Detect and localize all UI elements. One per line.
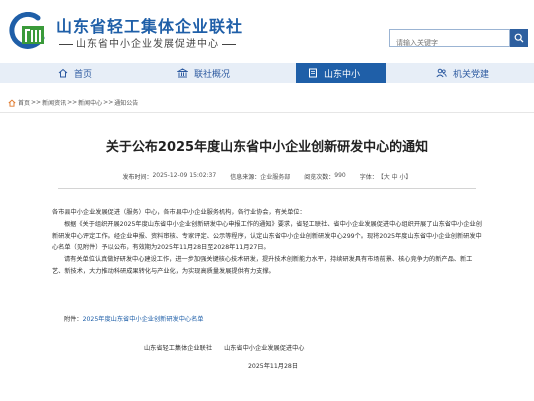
main-nav: 首页 联社概况 山东中小 机关党建 bbox=[0, 63, 534, 83]
publish-time-label: 发布时间： bbox=[122, 174, 153, 181]
breadcrumb: 首页 >> 新闻资讯 >> 新闻中心 >> 通知公告 bbox=[8, 98, 138, 107]
breadcrumb-item-news-center[interactable]: 新闻中心 bbox=[78, 98, 102, 107]
font-size-toggle[interactable]: 【大 中 小】 bbox=[378, 172, 412, 181]
article-date: 2025年11月28日 bbox=[248, 363, 299, 370]
breadcrumb-item-news[interactable]: 新闻资讯 bbox=[42, 98, 66, 107]
nav-item-party[interactable]: 机关党建 bbox=[436, 63, 526, 83]
bank-icon bbox=[177, 68, 188, 78]
document-icon bbox=[309, 68, 317, 78]
attachment-label: 附件： bbox=[64, 316, 83, 323]
nav-item-home[interactable]: 首页 bbox=[58, 63, 138, 83]
site-title[interactable]: 山东省轻工集体企业联社 bbox=[56, 13, 243, 37]
site-header: 山东省轻工集体企业联社 山东省中小企业发展促进中心 bbox=[0, 0, 534, 60]
search-icon bbox=[514, 33, 524, 43]
site-subtitle: 山东省中小企业发展促进中心 bbox=[56, 35, 239, 50]
view-count: 990 bbox=[334, 172, 346, 179]
signatories: 山东省轻工集体企业联社 山东省中小企业发展促进中心 bbox=[144, 343, 305, 352]
article-body: 各市县中小企业发展促进（服务）中心，各市县中小企业服务机构，各行业协会，有关单位… bbox=[52, 207, 482, 278]
search-box bbox=[389, 29, 510, 51]
breadcrumb-separator: >> bbox=[67, 99, 78, 106]
nav-label: 首页 bbox=[74, 69, 93, 80]
logo-icon[interactable] bbox=[8, 12, 48, 52]
home-icon bbox=[58, 68, 68, 78]
users-icon bbox=[436, 68, 447, 78]
signatory: 山东省中小企业发展促进中心 bbox=[224, 345, 305, 352]
home-icon bbox=[8, 99, 16, 107]
nav-item-overview[interactable]: 联社概况 bbox=[177, 63, 267, 83]
article-title: 关于公布2025年度山东省中小企业创新研发中心的通知 bbox=[105, 140, 429, 155]
divider bbox=[58, 188, 476, 189]
signatory: 山东省轻工集体企业联社 bbox=[144, 345, 213, 352]
paragraph-salutation: 各市县中小企业发展促进（服务）中心，各市县中小企业服务机构，各行业协会，有关单位… bbox=[52, 209, 306, 216]
nav-label: 机关党建 bbox=[453, 69, 490, 80]
breadcrumb-item-notices[interactable]: 通知公告 bbox=[114, 98, 138, 107]
nav-label: 联社概况 bbox=[194, 69, 231, 80]
breadcrumb-separator: >> bbox=[31, 99, 42, 106]
attachment-link[interactable]: 2025年度山东省中小企业创新研发中心名单 bbox=[83, 316, 204, 323]
paragraph: 请有关单位认真做好研发中心建设工作，进一步加强关键核心技术研发，提升技术创新能力… bbox=[52, 256, 473, 275]
source-label: 信息来源： bbox=[230, 174, 261, 181]
source: 企业服务部 bbox=[260, 174, 291, 181]
breadcrumb-separator: >> bbox=[103, 99, 114, 106]
site-subtitle-text: 山东省中小企业发展促进中心 bbox=[76, 39, 219, 50]
breadcrumb-item-home[interactable]: 首页 bbox=[18, 98, 30, 107]
article-meta: 发布时间： 2025-12-09 15:02:37 信息来源： 企业服务部 阅览… bbox=[0, 172, 534, 181]
font-size-label: 字体： bbox=[359, 174, 378, 181]
publish-time: 2025-12-09 15:02:37 bbox=[152, 172, 217, 179]
nav-label: 山东中小 bbox=[324, 69, 361, 80]
nav-item-sme[interactable]: 山东中小 bbox=[296, 63, 386, 83]
search-button[interactable] bbox=[510, 29, 528, 47]
attachment: 附件：2025年度山东省中小企业创新研发中心名单 bbox=[64, 314, 204, 323]
paragraph: 根据《关于组织开展2025年度山东省中小企业创新研发中心申报工作的通知》要求，省… bbox=[52, 220, 482, 252]
search-input[interactable] bbox=[390, 35, 509, 51]
views-label: 阅览次数： bbox=[304, 174, 335, 181]
